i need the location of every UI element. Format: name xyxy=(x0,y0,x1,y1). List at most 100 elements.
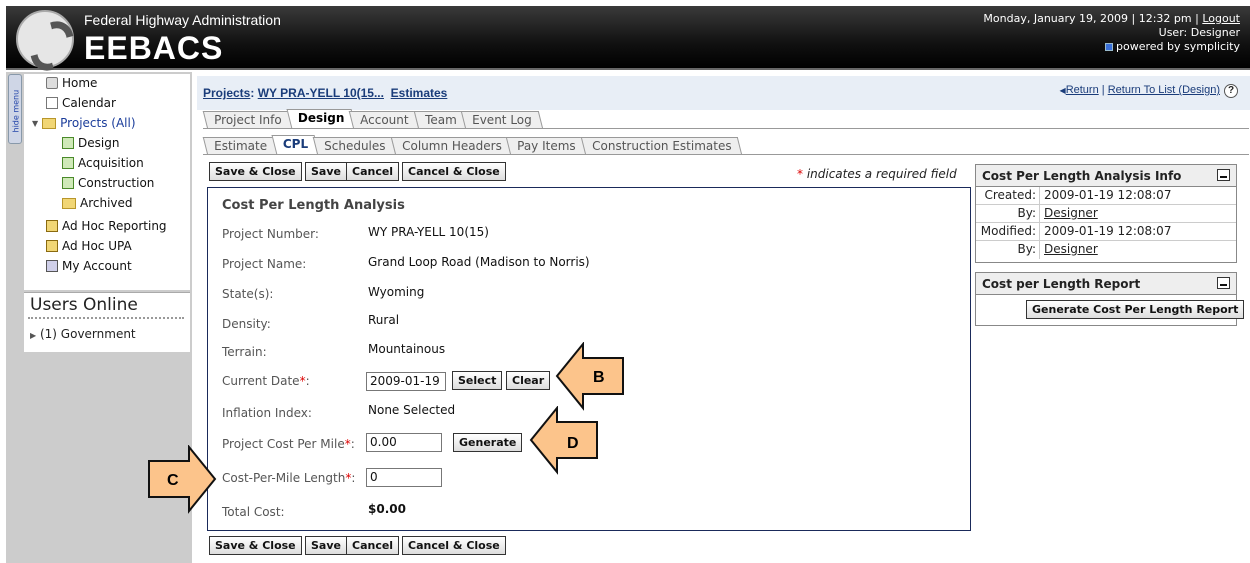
tab-pay-items[interactable]: Pay Items xyxy=(506,137,588,155)
app-header: Federal Highway Administration EEBACS Mo… xyxy=(6,6,1250,70)
document-icon xyxy=(62,177,74,189)
tab-divider xyxy=(203,154,1249,155)
sidebar-item-projects-all[interactable]: ▼ Projects (All) xyxy=(32,116,136,130)
org-name: Federal Highway Administration xyxy=(84,12,281,28)
save-close-button-bottom[interactable]: Save & Close xyxy=(209,536,302,555)
home-icon xyxy=(46,77,58,89)
current-date-label: Current Date*: xyxy=(222,374,310,388)
cancel-close-button-bottom[interactable]: Cancel & Close xyxy=(402,536,506,555)
form-title: Cost Per Length Analysis xyxy=(222,198,405,213)
app-brand: EEBACS xyxy=(84,30,224,66)
logout-link[interactable]: Logout xyxy=(1202,12,1240,25)
project-number-label: Project Number: xyxy=(222,227,319,241)
expand-icon[interactable]: ▼ xyxy=(32,119,38,128)
sidebar-item-acquisition[interactable]: Acquisition xyxy=(62,156,144,170)
tab-account[interactable]: Account xyxy=(348,111,420,129)
save-button-bottom[interactable]: Save xyxy=(305,536,347,555)
main-content: Projects: WY PRA-YELL 10(15... Estimates… xyxy=(197,76,1250,563)
modified-by-link[interactable]: Designer xyxy=(1040,241,1098,259)
generate-report-button[interactable]: Generate Cost Per Length Report xyxy=(1026,300,1245,319)
generate-button[interactable]: Generate xyxy=(453,433,523,452)
total-cost-value: $0.00 xyxy=(368,502,406,516)
modified-by-label: By: xyxy=(976,241,1040,259)
sidebar-item-ad-hoc-reporting[interactable]: Ad Hoc Reporting xyxy=(46,219,167,233)
minimize-icon[interactable] xyxy=(1217,277,1230,289)
return-link[interactable]: Return xyxy=(1066,84,1099,96)
terrain-value: Mountainous xyxy=(368,342,446,356)
tab-schedules[interactable]: Schedules xyxy=(313,137,397,155)
cpl-report-panel: Cost per Length Report Generate Cost Per… xyxy=(975,272,1245,326)
sidebar-item-design[interactable]: Design xyxy=(62,136,119,150)
callout-d-label: D xyxy=(567,435,579,452)
primary-tabs: Project Info Design Account Team Event L… xyxy=(202,109,544,129)
tab-column-headers[interactable]: Column Headers xyxy=(390,137,513,155)
cpl-info-panel: Cost Per Length Analysis Info Created: 20… xyxy=(975,164,1237,263)
datetime: Monday, January 19, 2009 | 12:32 pm | xyxy=(983,12,1199,25)
users-online-government[interactable]: ▶ (1) Government xyxy=(30,327,136,341)
tab-estimate[interactable]: Estimate xyxy=(202,137,279,155)
project-name-label: Project Name: xyxy=(222,257,307,271)
states-label: State(s): xyxy=(222,287,274,301)
return-links: ◀Return | Return To List (Design)? xyxy=(1060,84,1238,98)
document-icon xyxy=(62,157,74,169)
minimize-icon[interactable] xyxy=(1217,169,1230,181)
cpm-length-label: Cost-Per-Mile Length*: xyxy=(222,471,356,485)
tab-construction-estimates[interactable]: Construction Estimates xyxy=(580,137,743,155)
breadcrumb-project[interactable]: WY PRA-YELL 10(15... xyxy=(258,86,384,100)
callout-c-label: C xyxy=(167,472,179,489)
created-by-link[interactable]: Designer xyxy=(1040,205,1098,222)
states-value: Wyoming xyxy=(368,285,425,299)
created-by-label: By: xyxy=(976,205,1040,222)
hide-menu-toggle[interactable]: hide menu xyxy=(8,74,22,144)
sidebar-item-home[interactable]: Home xyxy=(46,76,97,90)
report-icon xyxy=(46,240,58,252)
project-number-value: WY PRA-YELL 10(15) xyxy=(368,225,489,239)
help-icon[interactable]: ? xyxy=(1224,84,1238,98)
modified-value: 2009-01-19 12:08:07 xyxy=(1044,224,1172,238)
sidebar-item-archived[interactable]: Archived xyxy=(62,196,133,210)
tab-project-info[interactable]: Project Info xyxy=(202,111,293,129)
sidebar-item-my-account[interactable]: My Account xyxy=(46,259,132,273)
cancel-button-top[interactable]: Cancel xyxy=(346,162,400,181)
cancel-button-bottom[interactable]: Cancel xyxy=(346,536,400,555)
sidebar-item-construction[interactable]: Construction xyxy=(62,176,154,190)
callout-b-label: B xyxy=(593,369,605,386)
select-date-button[interactable]: Select xyxy=(452,371,503,390)
powered-by: powered by symplicity xyxy=(1116,40,1240,53)
sidebar-item-ad-hoc-upa[interactable]: Ad Hoc UPA xyxy=(46,239,132,253)
secondary-tabs: Estimate CPL Schedules Column Headers Pa… xyxy=(202,135,743,155)
save-close-button-top[interactable]: Save & Close xyxy=(209,162,302,181)
tab-design[interactable]: Design xyxy=(286,109,356,129)
breadcrumb-projects[interactable]: Projects xyxy=(203,86,250,100)
inflation-index-value: None Selected xyxy=(368,403,456,417)
tab-team[interactable]: Team xyxy=(413,111,468,129)
clear-date-button[interactable]: Clear xyxy=(506,371,551,390)
created-value: 2009-01-19 12:08:07 xyxy=(1044,188,1172,202)
sidebar-item-calendar[interactable]: Calendar xyxy=(46,96,116,110)
callout-c-arrow: C xyxy=(148,445,217,514)
current-date-input[interactable]: 2009-01-19 xyxy=(366,372,446,391)
breadcrumb-estimates[interactable]: Estimates xyxy=(391,86,448,100)
calendar-icon xyxy=(46,97,58,109)
cpm-length-input[interactable]: 0 xyxy=(366,468,442,487)
fhwa-logo xyxy=(16,10,74,68)
users-online-panel: Users Online ▶ (1) Government xyxy=(24,292,190,352)
divider xyxy=(28,317,184,319)
return-to-list-link[interactable]: Return To List (Design) xyxy=(1108,84,1220,96)
expand-icon[interactable]: ▶ xyxy=(30,331,36,340)
cost-per-mile-label: Project Cost Per Mile*: xyxy=(222,437,355,451)
cost-per-mile-input[interactable]: 0.00 xyxy=(366,433,442,452)
tab-event-log[interactable]: Event Log xyxy=(461,111,544,129)
density-label: Density: xyxy=(222,317,271,331)
required-field-note: * indicates a required field xyxy=(797,167,957,181)
user-label: User: Designer xyxy=(1158,26,1240,39)
tab-divider xyxy=(203,128,1249,129)
project-name-value: Grand Loop Road (Madison to Norris) xyxy=(368,255,590,269)
modified-label: Modified: xyxy=(976,223,1040,240)
terrain-label: Terrain: xyxy=(222,345,267,359)
density-value: Rural xyxy=(368,313,400,327)
cpl-info-title: Cost Per Length Analysis Info xyxy=(976,165,1236,187)
cancel-close-button-top[interactable]: Cancel & Close xyxy=(402,162,506,181)
breadcrumb: Projects: WY PRA-YELL 10(15... Estimates xyxy=(203,86,448,100)
save-button-top[interactable]: Save xyxy=(305,162,347,181)
